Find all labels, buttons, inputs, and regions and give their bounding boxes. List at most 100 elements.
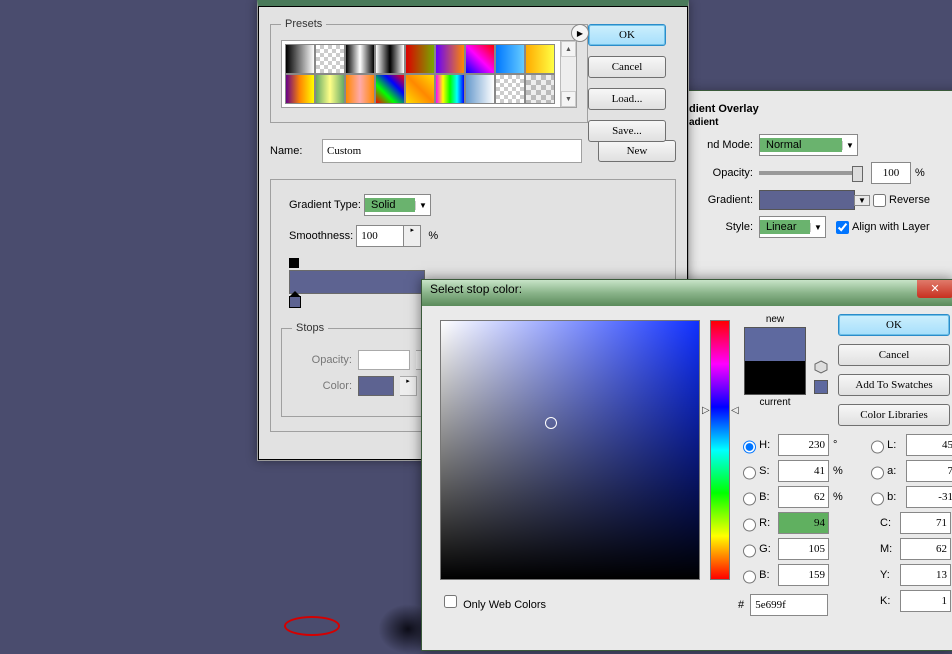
gradient-bar[interactable] [289, 270, 425, 294]
bl-input[interactable] [778, 564, 829, 586]
smoothness-stepper[interactable]: ▸ [404, 225, 421, 247]
preset-swatch[interactable] [495, 74, 525, 104]
web-colors-label: Only Web Colors [463, 599, 546, 611]
gradient-type-combo[interactable]: Solid▼ [364, 194, 431, 216]
overlay-title: dient Overlay [689, 103, 952, 115]
b2-radio[interactable] [871, 490, 884, 508]
name-label: Name: [270, 145, 322, 157]
preset-swatch[interactable] [375, 74, 405, 104]
gradient-dropdown-arrow[interactable]: ▼ [854, 195, 870, 206]
color-stop[interactable] [289, 296, 301, 308]
closest-web-swatch[interactable] [814, 380, 828, 394]
smoothness-input[interactable] [356, 225, 404, 247]
blend-mode-label: nd Mode: [689, 139, 753, 151]
current-label: current [744, 397, 806, 408]
preset-swatch[interactable] [315, 74, 345, 104]
load-button[interactable]: Load... [588, 88, 666, 110]
stops-legend: Stops [292, 322, 328, 334]
preset-swatch[interactable] [435, 74, 465, 104]
stop-color-arrow[interactable]: ▸ [400, 376, 417, 396]
r-input[interactable] [778, 512, 829, 534]
scroll-up-icon[interactable]: ▲ [561, 41, 576, 57]
preset-swatch[interactable] [315, 44, 345, 74]
preset-swatch[interactable] [285, 44, 315, 74]
close-icon[interactable]: ✕ [917, 280, 952, 298]
m-input[interactable] [900, 538, 951, 560]
preset-swatch[interactable] [465, 44, 495, 74]
b2-input[interactable] [906, 486, 952, 508]
smoothness-label: Smoothness: [289, 230, 353, 242]
blend-mode-combo[interactable]: Normal▼ [759, 134, 858, 156]
overlay-subtitle: adient [689, 117, 952, 128]
a-radio[interactable] [871, 464, 884, 482]
reverse-checkbox[interactable] [873, 194, 886, 207]
hue-arrow-right-icon: ◁ [731, 405, 739, 416]
annotation-circle [284, 616, 340, 636]
hue-slider[interactable] [710, 320, 730, 580]
style-combo[interactable]: Linear▼ [759, 216, 826, 238]
align-checkbox[interactable] [836, 221, 849, 234]
preset-swatch[interactable] [435, 44, 465, 74]
name-input[interactable] [322, 139, 582, 163]
c-input[interactable] [900, 512, 951, 534]
hue-arrow-left-icon: ▷ [702, 405, 710, 416]
style-label: Style: [689, 221, 753, 233]
picker-title-text: Select stop color: [430, 282, 522, 296]
stop-color-label: Color: [292, 380, 352, 392]
saturation-brightness-field[interactable] [440, 320, 700, 580]
gamut-warning-icon[interactable] [814, 360, 828, 374]
preset-swatch[interactable] [375, 44, 405, 74]
gradient-type-label: Gradient Type: [289, 199, 361, 211]
web-colors-checkbox[interactable] [444, 595, 457, 608]
preset-swatch[interactable] [345, 74, 375, 104]
bl-radio[interactable] [743, 568, 756, 586]
k-input[interactable] [900, 590, 951, 612]
opacity-stop[interactable] [289, 258, 299, 268]
l-radio[interactable] [871, 438, 884, 456]
a-input[interactable] [906, 460, 952, 482]
picker-ok-button[interactable]: OK [838, 314, 950, 336]
gradient-preview[interactable] [759, 190, 855, 210]
g-radio[interactable] [743, 542, 756, 560]
add-to-swatches-button[interactable]: Add To Swatches [838, 374, 950, 396]
stop-color-swatch[interactable] [358, 376, 394, 396]
preset-swatch[interactable] [465, 74, 495, 104]
b-radio[interactable] [743, 490, 756, 508]
color-picker-dialog: Select stop color: ✕ ▷ ◁ new current OK … [421, 279, 952, 651]
preset-swatch[interactable] [495, 44, 525, 74]
hex-input[interactable] [750, 594, 828, 616]
h-input[interactable] [778, 434, 829, 456]
stop-opacity-label: Opacity: [292, 354, 352, 366]
cancel-button[interactable]: Cancel [588, 56, 666, 78]
color-libraries-button[interactable]: Color Libraries [838, 404, 950, 426]
picker-titlebar[interactable]: Select stop color: ✕ [422, 280, 952, 306]
preset-swatch[interactable] [405, 74, 435, 104]
stop-opacity-field[interactable] [358, 350, 410, 370]
new-current-swatch[interactable] [744, 327, 806, 395]
gradient-overlay-panel: dient Overlay adient nd Mode: Normal▼ Op… [676, 90, 952, 302]
picker-cancel-button[interactable]: Cancel [838, 344, 950, 366]
preset-scrollbar[interactable]: ▲ ▼ [560, 41, 576, 107]
save-button[interactable]: Save... [588, 120, 666, 142]
b-input[interactable] [778, 486, 829, 508]
s-input[interactable] [778, 460, 829, 482]
sb-cursor-icon [545, 417, 557, 429]
y-input[interactable] [900, 564, 951, 586]
g-input[interactable] [778, 538, 829, 560]
s-radio[interactable] [743, 464, 756, 482]
opacity-input[interactable] [871, 162, 911, 184]
preset-swatch[interactable] [525, 74, 555, 104]
preset-swatch[interactable] [525, 44, 555, 74]
r-radio[interactable] [743, 516, 756, 534]
ok-button[interactable]: OK [588, 24, 666, 46]
l-input[interactable] [906, 434, 952, 456]
gradient-label: Gradient: [689, 194, 753, 206]
preset-swatch[interactable] [345, 44, 375, 74]
h-radio[interactable] [743, 438, 756, 456]
hex-label: # [738, 599, 747, 611]
scroll-down-icon[interactable]: ▼ [561, 91, 576, 107]
opacity-slider[interactable] [759, 171, 863, 175]
presets-legend: Presets [281, 18, 326, 30]
preset-swatch[interactable] [405, 44, 435, 74]
preset-swatch[interactable] [285, 74, 315, 104]
